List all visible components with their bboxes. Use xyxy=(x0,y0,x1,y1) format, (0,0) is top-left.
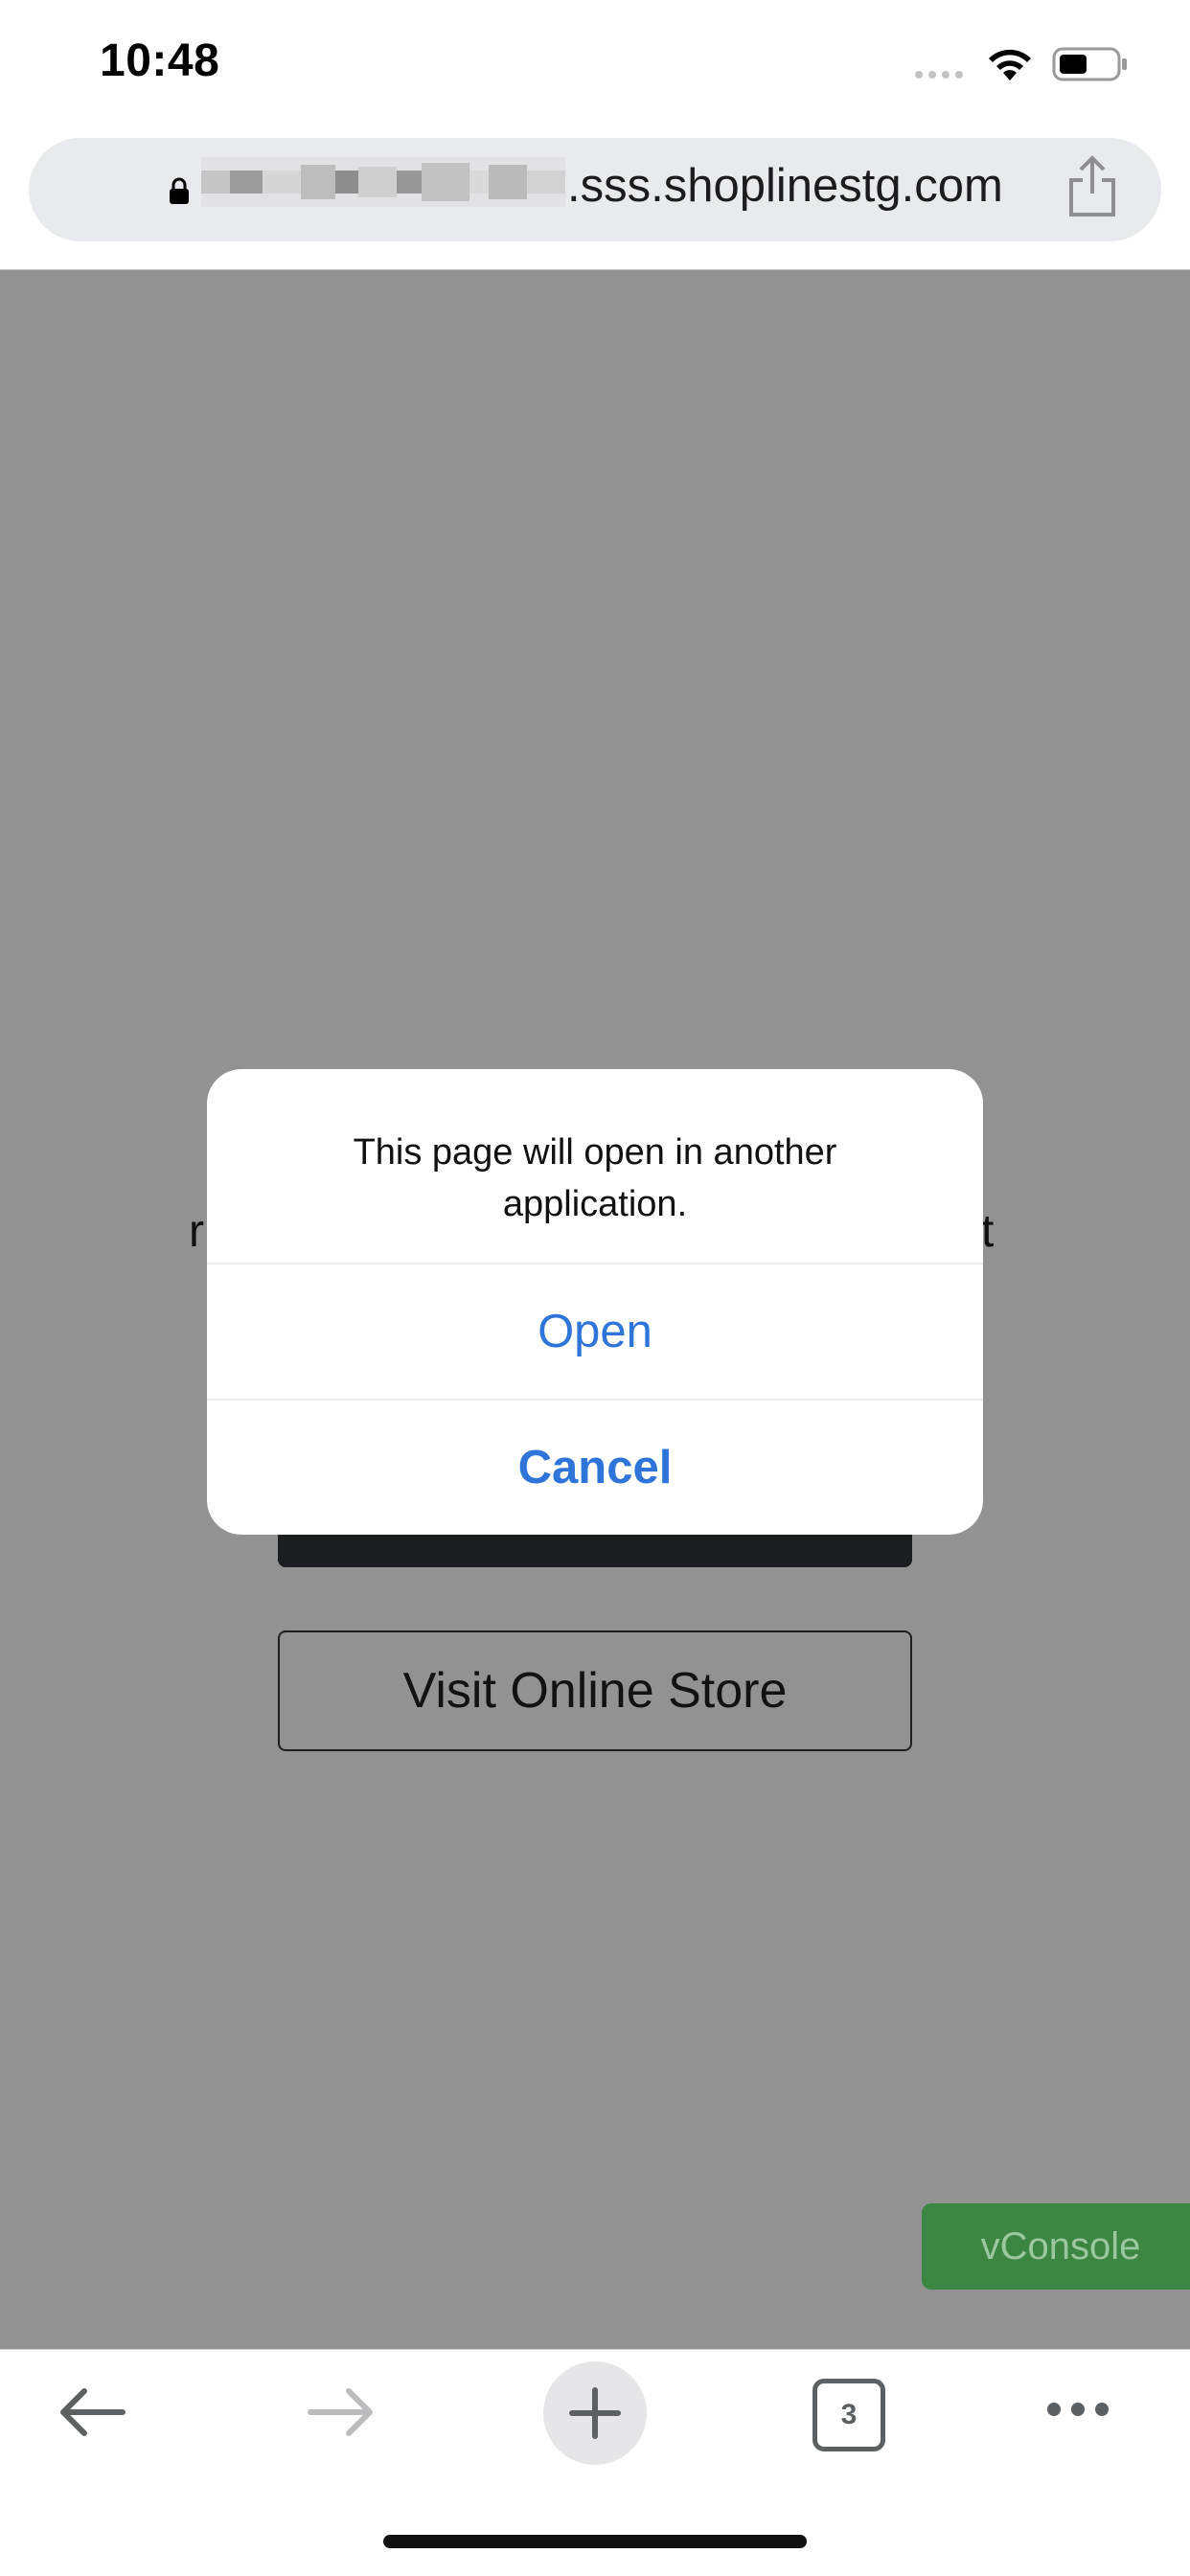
dialog-message: This page will open in another applicati… xyxy=(353,1132,837,1224)
forward-arrow-icon[interactable] xyxy=(307,2385,376,2439)
battery-icon xyxy=(1052,47,1127,81)
background-text-fragment: r xyxy=(189,1206,204,1257)
visit-online-store-button[interactable]: Visit Online Store xyxy=(278,1630,912,1751)
wifi-icon xyxy=(989,49,1031,80)
more-icon[interactable] xyxy=(1044,2400,1111,2419)
status-time: 10:48 xyxy=(100,35,220,86)
background-text-fragment: t xyxy=(981,1206,995,1257)
blurred-url-segment xyxy=(201,157,565,207)
new-tab-button[interactable] xyxy=(543,2361,647,2465)
lock-icon xyxy=(170,177,189,204)
cancel-button[interactable]: Cancel xyxy=(207,1401,983,1535)
open-in-app-dialog: This page will open in another applicati… xyxy=(207,1069,983,1535)
tabs-count-button[interactable]: 3 xyxy=(812,2379,885,2451)
back-arrow-icon[interactable] xyxy=(57,2385,126,2439)
open-button[interactable]: Open xyxy=(207,1265,983,1399)
url-domain-text: .sss.shoplinestg.com xyxy=(567,160,1003,212)
home-indicator[interactable] xyxy=(383,2535,807,2548)
plus-icon xyxy=(569,2387,621,2439)
cellular-dots-icon xyxy=(915,71,963,79)
share-icon[interactable] xyxy=(1065,155,1119,218)
vconsole-button[interactable]: vConsole xyxy=(922,2203,1190,2290)
